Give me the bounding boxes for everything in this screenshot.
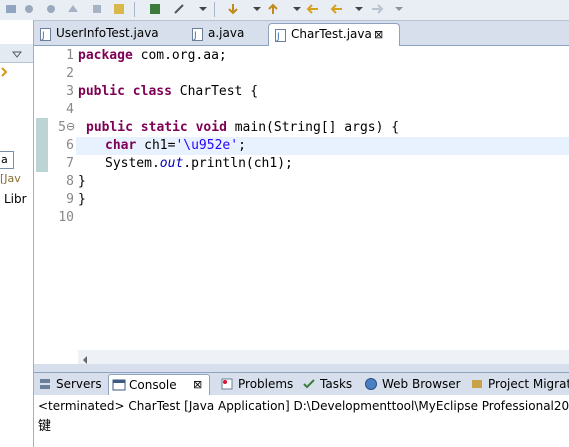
overview-ruler: [34, 46, 52, 364]
toolbar-button-5[interactable]: [90, 2, 104, 16]
svg-text:J: J: [193, 31, 197, 41]
console-view[interactable]: <terminated> CharTest [Java Application]…: [34, 395, 569, 447]
tab-label: Project Migrat: [488, 377, 569, 391]
toolbar-button-3[interactable]: [44, 2, 58, 16]
line-number: 5: [58, 120, 66, 135]
code-line-8: }: [78, 174, 86, 189]
view-menu-icon[interactable]: [11, 48, 23, 62]
scroll-left-icon[interactable]: [82, 353, 88, 367]
svg-text:J: J: [276, 32, 280, 42]
code-line-9: }: [78, 192, 86, 207]
migration-icon: [470, 377, 484, 391]
main-toolbar: [0, 0, 569, 21]
line-number-gutter: 1 2 3 4 5 ⊖ 6 7 8 9 10: [52, 46, 76, 364]
bottom-panel-tab-bar: Servers Console ⊠ Problems Tasks Web Bro…: [34, 372, 569, 396]
tab-label: a.java: [208, 26, 245, 40]
chevron-down-icon[interactable]: [290, 2, 304, 16]
chevron-down-icon[interactable]: [392, 2, 406, 16]
toolbar-button-2[interactable]: [22, 2, 36, 16]
chevron-down-icon[interactable]: [196, 2, 210, 16]
forward-icon[interactable]: [370, 2, 384, 16]
line-number: 3: [66, 84, 74, 99]
line-number: 4: [66, 102, 74, 117]
tab-label: Web Browser: [382, 377, 461, 391]
fold-icon[interactable]: ⊖: [66, 120, 75, 133]
link-editor-icon[interactable]: [0, 66, 8, 81]
tree-item-fragment[interactable]: Libr: [4, 192, 27, 206]
code-editor[interactable]: 1 2 3 4 5 ⊖ 6 7 8 9 10 package com.org.a…: [34, 46, 569, 364]
tab-userinfotest[interactable]: J UserInfoTest.java: [34, 23, 172, 44]
back-icon[interactable]: [330, 2, 344, 16]
tab-console[interactable]: Console ⊠: [108, 374, 210, 395]
code-line-7: System.out.println(ch1);: [105, 156, 293, 171]
save-icon[interactable]: [148, 2, 162, 16]
line-number: 9: [66, 192, 74, 207]
line-number: 6: [66, 138, 74, 153]
chevron-down-icon[interactable]: [352, 2, 366, 16]
prev-annotation-icon[interactable]: [266, 2, 280, 16]
svg-text:J: J: [41, 31, 45, 41]
package-explorer-panel: a [Jav Libr: [0, 20, 34, 447]
tab-label: Problems: [238, 377, 294, 391]
line-number: 10: [58, 210, 74, 225]
line-number: 7: [66, 156, 74, 171]
console-icon: [112, 378, 126, 392]
tab-label: Servers: [56, 377, 102, 391]
code-line-3: public class CharTest {: [78, 84, 259, 99]
tab-label: Console: [129, 378, 177, 392]
tab-label: Tasks: [320, 377, 353, 391]
tree-item-fragment[interactable]: a: [0, 151, 14, 169]
java-file-icon: J: [192, 27, 204, 41]
code-line-6: char ch1='\u952e';: [105, 138, 246, 153]
tab-a-java[interactable]: J a.java: [186, 23, 266, 44]
globe-icon: [364, 377, 378, 391]
tasks-icon: [302, 377, 316, 391]
toolbar-button-1[interactable]: [4, 2, 18, 16]
java-file-icon: J: [40, 27, 52, 41]
line-number: 2: [66, 66, 74, 81]
view-menu-bar: [0, 44, 33, 63]
problems-icon: [220, 377, 234, 391]
tab-label: UserInfoTest.java: [56, 26, 159, 40]
chevron-down-icon[interactable]: [250, 2, 264, 16]
next-annotation-icon[interactable]: [226, 2, 240, 16]
toolbar-button-6[interactable]: [112, 2, 126, 16]
code-line-5: public static void main(String[] args) {: [86, 120, 400, 135]
line-number: 8: [66, 174, 74, 189]
tree-item-fragment[interactable]: [Jav: [0, 172, 21, 185]
console-status-line: <terminated> CharTest [Java Application]…: [38, 399, 569, 413]
toolbar-button-4[interactable]: [66, 2, 80, 16]
horizontal-scrollbar[interactable]: [78, 350, 569, 364]
editor-tab-bar: J UserInfoTest.java J a.java J CharTest.…: [34, 22, 569, 46]
console-output-text: 键: [38, 419, 52, 434]
code-line-1: package com.org.aa;: [78, 48, 227, 63]
line-number: 1: [66, 48, 74, 63]
servers-icon: [38, 377, 52, 391]
close-icon[interactable]: ⊠: [374, 24, 383, 45]
last-edit-icon[interactable]: [306, 2, 320, 16]
wrench-icon[interactable]: [172, 2, 186, 16]
tab-label: CharTest.java: [291, 27, 372, 41]
tab-chartest[interactable]: J CharTest.java ⊠: [268, 23, 400, 46]
close-icon[interactable]: ⊠: [193, 375, 202, 395]
java-file-icon: J: [275, 28, 287, 42]
